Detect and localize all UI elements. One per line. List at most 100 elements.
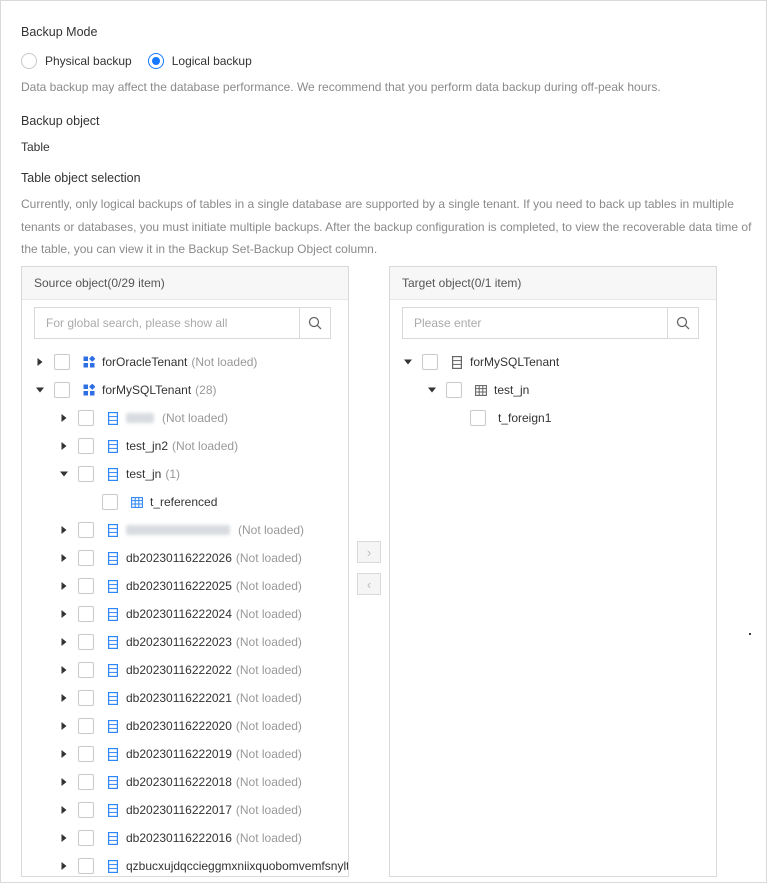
tree-checkbox[interactable] [446, 382, 462, 398]
source-search-input[interactable] [35, 308, 299, 338]
tree-checkbox[interactable] [78, 718, 94, 734]
caret-right-icon[interactable] [34, 356, 46, 368]
source-search-button[interactable] [299, 308, 330, 338]
database-icon [106, 747, 120, 761]
tree-checkbox[interactable] [78, 466, 94, 482]
caret-right-icon[interactable] [58, 440, 70, 452]
tree-node-label: db20230116222019 [126, 747, 232, 761]
tenant-icon [82, 355, 96, 369]
tree-node-redacted[interactable]: (Not loaded) [58, 520, 304, 540]
caret-down-icon[interactable] [426, 384, 438, 396]
tree-node-db20230116222022[interactable]: db20230116222022 (Not loaded) [58, 660, 302, 680]
tree-checkbox[interactable] [78, 774, 94, 790]
tree-checkbox[interactable] [470, 410, 486, 426]
backup-config-panel: Backup Mode Physical backup Logical back… [0, 0, 767, 883]
tree-checkbox[interactable] [78, 410, 94, 426]
tree-node-label: db20230116222020 [126, 719, 232, 733]
tree-node-db20230116222019[interactable]: db20230116222019 (Not loaded) [58, 744, 302, 764]
tree-node-t-foreign1[interactable]: t_foreign1 [450, 408, 551, 428]
tree-node-t-referenced[interactable]: t_referenced [82, 492, 217, 512]
tree-node-formysqltenant[interactable]: forMySQLTenant (28) [34, 380, 217, 400]
caret-right-icon[interactable] [58, 636, 70, 648]
target-search-button[interactable] [667, 308, 698, 338]
tree-node-status: (Not loaded) [235, 775, 302, 789]
tree-checkbox[interactable] [102, 494, 118, 510]
tree-node-status: (Not loaded) [235, 607, 302, 621]
target-search-box [402, 307, 699, 339]
tree-node-test-jn[interactable]: test_jn [426, 380, 529, 400]
tree-node-status: (Not loaded) [238, 523, 305, 537]
tree-checkbox[interactable] [78, 830, 94, 846]
tree-node-redacted[interactable]: (Not loaded) [58, 408, 228, 428]
database-icon [106, 719, 120, 733]
tree-node-label: forOracleTenant [102, 355, 188, 369]
tree-node-db20230116222024[interactable]: db20230116222024 (Not loaded) [58, 604, 302, 624]
tree-checkbox[interactable] [78, 690, 94, 706]
caret-down-icon[interactable] [58, 468, 70, 480]
caret-right-icon[interactable] [58, 608, 70, 620]
tree-node-db20230116222017[interactable]: db20230116222017 (Not loaded) [58, 800, 302, 820]
caret-right-icon[interactable] [58, 580, 70, 592]
tree-node-db20230116222023[interactable]: db20230116222023 (Not loaded) [58, 632, 302, 652]
tree-node-status: (1) [165, 467, 181, 481]
tree-checkbox[interactable] [78, 634, 94, 650]
caret-right-icon[interactable] [58, 552, 70, 564]
database-icon [106, 579, 120, 593]
tree-node-status: (Not loaded) [235, 579, 302, 593]
tree-node-db20230116222018[interactable]: db20230116222018 (Not loaded) [58, 772, 302, 792]
caret-right-icon[interactable] [58, 748, 70, 760]
database-icon [106, 831, 120, 845]
tree-checkbox[interactable] [78, 802, 94, 818]
tree-node-db20230116222026[interactable]: db20230116222026 (Not loaded) [58, 548, 302, 568]
radio-label: Physical backup [45, 54, 132, 68]
caret-right-icon[interactable] [58, 692, 70, 704]
database-icon [106, 551, 120, 565]
caret-right-icon[interactable] [58, 720, 70, 732]
caret-right-icon[interactable] [58, 776, 70, 788]
backup-object-label: Backup object [21, 114, 100, 128]
source-panel-header: Source object(0/29 item) [22, 267, 348, 300]
tree-node-status: (Not loaded) [191, 355, 258, 369]
tree-node-test-jn[interactable]: test_jn (1) [58, 464, 180, 484]
tree-node-db20230116222025[interactable]: db20230116222025 (Not loaded) [58, 576, 302, 596]
caret-right-icon[interactable] [58, 860, 70, 872]
caret-right-icon[interactable] [58, 524, 70, 536]
caret-right-icon[interactable] [58, 804, 70, 816]
tree-checkbox[interactable] [78, 550, 94, 566]
tree-node-db20230116222020[interactable]: db20230116222020 (Not loaded) [58, 716, 302, 736]
tree-checkbox[interactable] [422, 354, 438, 370]
tree-checkbox[interactable] [78, 746, 94, 762]
move-left-button[interactable]: ‹ [357, 573, 381, 595]
tree-node-status: (Not loaded) [235, 747, 302, 761]
database-icon [106, 663, 120, 677]
search-icon [676, 316, 690, 330]
caret-down-icon[interactable] [34, 384, 46, 396]
radio-physical-backup[interactable]: Physical backup [21, 53, 132, 69]
tree-checkbox[interactable] [78, 578, 94, 594]
tree-checkbox[interactable] [78, 662, 94, 678]
tree-node-db20230116222016[interactable]: db20230116222016 (Not loaded) [58, 828, 302, 848]
tree-node-test-jn2[interactable]: test_jn2 (Not loaded) [58, 436, 238, 456]
move-right-button[interactable]: › [357, 541, 381, 563]
caret-right-icon[interactable] [58, 664, 70, 676]
tenant-gray-icon [450, 355, 464, 369]
caret-right-icon[interactable] [58, 832, 70, 844]
radio-logical-backup[interactable]: Logical backup [147, 53, 252, 69]
target-search-input[interactable] [403, 308, 667, 338]
search-icon [308, 316, 322, 330]
tree-node-qzbucxujdqccieggmxniixquobomvemfsnyltt[interactable]: qzbucxujdqccieggmxniixquobomvemfsnyltt [58, 856, 348, 876]
source-panel-count: (0/29 item) [107, 276, 165, 290]
tree-checkbox[interactable] [78, 858, 94, 874]
redacted-name [126, 525, 230, 535]
tree-checkbox[interactable] [78, 606, 94, 622]
tree-node-fororacletenant[interactable]: forOracleTenant (Not loaded) [34, 352, 257, 372]
tree-node-db20230116222021[interactable]: db20230116222021 (Not loaded) [58, 688, 302, 708]
tree-node-formysqltenant[interactable]: forMySQLTenant [402, 352, 559, 372]
tree-checkbox[interactable] [54, 382, 70, 398]
tree-checkbox[interactable] [78, 522, 94, 538]
tree-checkbox[interactable] [54, 354, 70, 370]
tree-checkbox[interactable] [78, 438, 94, 454]
performance-notice: Data backup may affect the database perf… [21, 80, 661, 94]
caret-down-icon[interactable] [402, 356, 414, 368]
caret-right-icon[interactable] [58, 412, 70, 424]
